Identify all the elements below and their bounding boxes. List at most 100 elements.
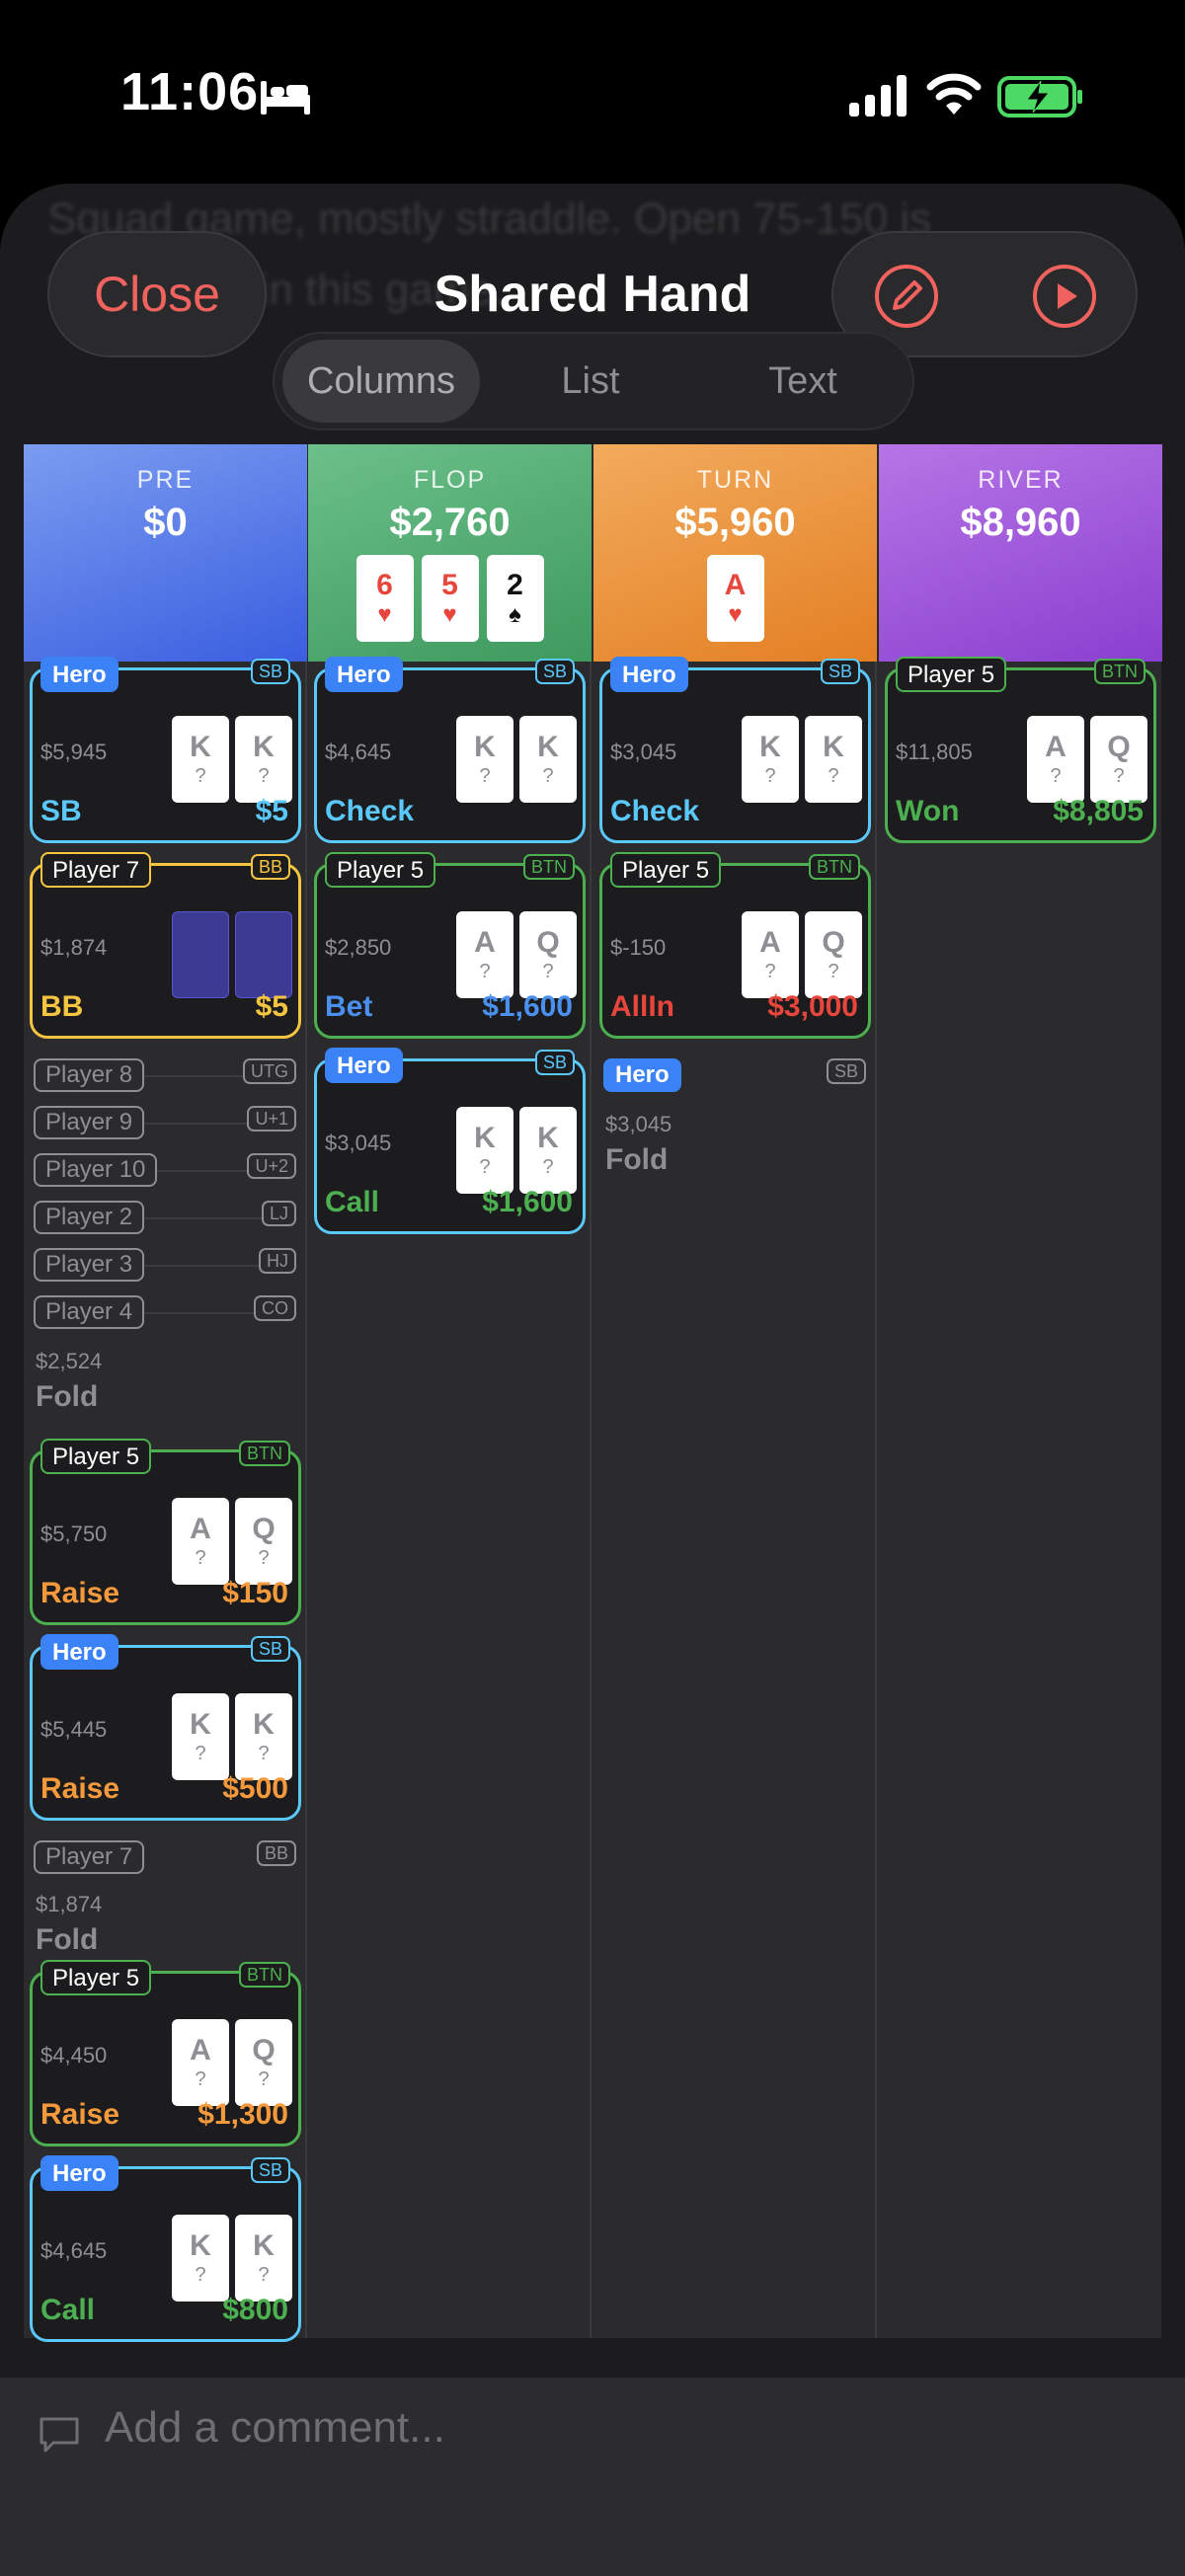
play-icon[interactable] (1031, 263, 1098, 330)
player-name: Player 5 (896, 657, 1007, 692)
view-mode-segmented-control: Columns List Text (273, 332, 914, 430)
stack-size: $-150 (610, 935, 667, 960)
street-name: TURN (696, 466, 774, 494)
position-badge: BTN (523, 854, 575, 880)
player-name: Player 2 (34, 1201, 145, 1234)
position-badge: U+2 (247, 1153, 296, 1179)
card-back (172, 911, 229, 998)
position-badge: LJ (261, 1201, 296, 1226)
action-card-hero-sb[interactable]: Hero SB $5,945 K? K? SB $5 (30, 657, 301, 843)
player-name: Hero (325, 1048, 403, 1083)
folded-player-row[interactable]: Player 8 UTG (34, 1058, 300, 1092)
hole-cards: A? Q? (172, 1498, 292, 1585)
hole-card: Q? (519, 911, 577, 998)
hole-cards: K? K? (172, 716, 292, 803)
position-badge: U+1 (247, 1106, 296, 1132)
action-card-hero-check[interactable]: Hero SB $3,045 K? K? Check (599, 657, 871, 843)
player-name: Player 7 (34, 1840, 145, 1874)
stack-size: $4,645 (325, 740, 392, 764)
stack-size: $5,750 (40, 1522, 108, 1546)
action-card-hero-call[interactable]: Hero SB $4,645 K? K? Call $800 (30, 2155, 301, 2342)
street-columns: PRE $0 Hero SB $5,945 K? K? SB $5 Player… (24, 444, 1162, 2342)
street-column-pre: PRE $0 Hero SB $5,945 K? K? SB $5 Player… (24, 444, 307, 2342)
action-amount: $500 (222, 1772, 288, 1805)
street-pot: $5,960 (674, 501, 796, 544)
hole-card: K? (235, 1693, 292, 1780)
action-amount: $150 (222, 1577, 288, 1609)
action-card-hero-call[interactable]: Hero SB $3,045 K? K? Call $1,600 (314, 1048, 586, 1234)
hole-card: Q? (1090, 716, 1147, 803)
hole-cards: A? Q? (456, 911, 577, 998)
board-card: A ♥ (706, 555, 764, 642)
position-badge: BTN (1094, 659, 1146, 684)
position-badge: SB (820, 659, 860, 684)
position-badge: BTN (239, 1962, 290, 1988)
street-pot: $0 (143, 501, 188, 544)
action-amount: $1,300 (198, 2098, 288, 2131)
position-badge: BTN (809, 854, 860, 880)
hole-card: K? (742, 716, 799, 803)
action-card-player5-raise[interactable]: Player 5 BTN $5,750 A? Q? Raise $150 (30, 1439, 301, 1625)
action-label: AllIn (610, 990, 674, 1023)
street-name: PRE (136, 466, 195, 494)
board-card: 6 ♥ (356, 555, 414, 642)
folded-player-row[interactable]: Player 2 LJ (34, 1201, 300, 1234)
position-badge: BB (256, 1840, 296, 1866)
action-card-hero-raise[interactable]: Hero SB $5,445 K? K? Raise $500 (30, 1634, 301, 1821)
action-label: Bet (325, 990, 373, 1023)
action-card-player5-bet[interactable]: Player 5 BTN $2,850 A? Q? Bet $1,600 (314, 852, 586, 1039)
folded-player-row[interactable]: Player 7 BB (34, 1840, 300, 1874)
hole-card: K? (456, 716, 514, 803)
close-button[interactable]: Close (47, 231, 267, 357)
hole-cards: K? K? (456, 1107, 577, 1194)
folded-player-row[interactable]: Player 9 U+1 (34, 1106, 300, 1139)
action-card-player5-won[interactable]: Player 5 BTN $11,805 A? Q? Won $8,805 (885, 657, 1156, 843)
action-amount: $1,600 (482, 1186, 573, 1218)
folded-player-row[interactable]: Hero SB (603, 1058, 870, 1092)
tab-columns[interactable]: Columns (282, 340, 480, 423)
street-header-turn: TURN $5,960 A ♥ (593, 444, 877, 662)
tab-list[interactable]: List (492, 334, 689, 429)
hole-card: Q? (235, 2019, 292, 2106)
player-name: Player 5 (325, 852, 436, 888)
folded-player-row[interactable]: Player 3 HJ (34, 1248, 300, 1282)
hole-cards: A? Q? (742, 911, 862, 998)
action-label: Fold (36, 1923, 99, 1956)
action-amount: $5 (255, 795, 288, 827)
action-label: SB (40, 795, 82, 827)
hole-card: K? (172, 2215, 229, 2302)
hole-card: A? (742, 911, 799, 998)
folded-player-row[interactable]: Player 10 U+2 (34, 1153, 300, 1187)
hole-cards: K? K? (172, 2215, 292, 2302)
hole-card: Q? (805, 911, 862, 998)
action-label: Check (610, 795, 700, 827)
hole-card: K? (456, 1107, 514, 1194)
hole-card: K? (519, 1107, 577, 1194)
board-card: 2 ♠ (486, 555, 544, 642)
hole-card: K? (172, 716, 229, 803)
action-card-player5-allin[interactable]: Player 5 BTN $-150 A? Q? AllIn $3,000 (599, 852, 871, 1039)
hole-cards: K? K? (456, 716, 577, 803)
player-name: Player 5 (610, 852, 722, 888)
action-card-hero-check[interactable]: Hero SB $4,645 K? K? Check (314, 657, 586, 843)
action-card-player5-reraise[interactable]: Player 5 BTN $4,450 A? Q? Raise $1,300 (30, 1960, 301, 2147)
street-column-river: RIVER $8,960 Player 5 BTN $11,805 A? Q? … (879, 444, 1162, 2338)
stack-size: $5,945 (40, 740, 108, 764)
hole-card: K? (235, 716, 292, 803)
player-name: Player 9 (34, 1106, 145, 1139)
player-name: Hero (325, 657, 403, 692)
player-name: Hero (603, 1058, 681, 1092)
action-label: Raise (40, 1772, 120, 1805)
action-label: Fold (605, 1143, 669, 1176)
comment-input[interactable]: Add a comment... (105, 2403, 1092, 2466)
street-name: RIVER (978, 466, 1064, 494)
folded-player-row[interactable]: Player 4 CO (34, 1295, 300, 1329)
action-card-player7-bb[interactable]: Player 7 BB $1,874 BB $5 (30, 852, 301, 1039)
action-label: Call (40, 2294, 96, 2326)
player-name: Hero (610, 657, 688, 692)
street-column-turn: TURN $5,960 A ♥ Hero SB $3,045 K? K? Chec… (593, 444, 877, 2338)
edit-pencil-icon[interactable] (873, 263, 940, 330)
player-name: Player 5 (40, 1960, 152, 1995)
player-name: Player 10 (34, 1153, 158, 1187)
tab-text[interactable]: Text (699, 334, 907, 429)
